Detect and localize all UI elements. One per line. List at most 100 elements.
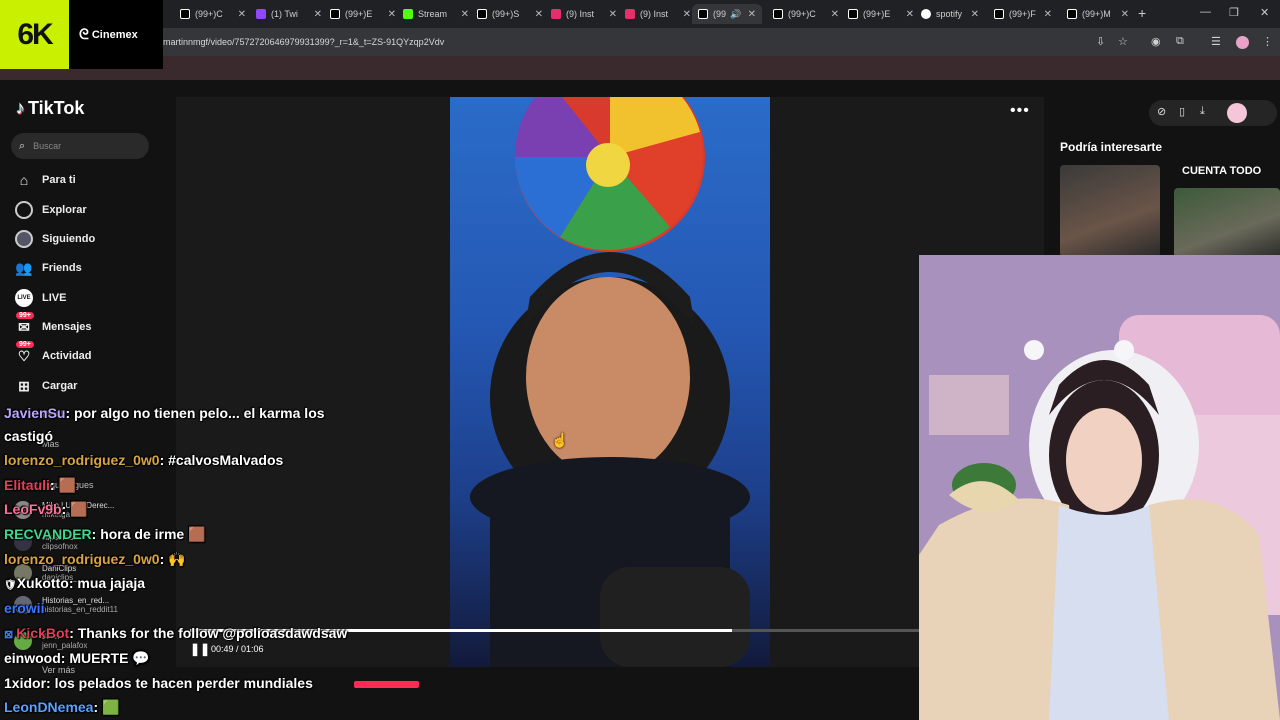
- messages-icon: ✉: [18, 318, 30, 335]
- chat-message: LeoFv9b: 🟫: [4, 501, 88, 518]
- window-close-icon[interactable]: ✕: [1260, 6, 1269, 19]
- chat-username: LeonDNemea: [4, 699, 94, 715]
- activity-icon: ♡: [17, 347, 31, 364]
- chat-text: : hora de irme 🟫: [91, 526, 206, 542]
- browser-tab[interactable]: (99+)S ✕: [477, 4, 543, 24]
- close-icon[interactable]: ✕: [1044, 9, 1052, 20]
- user-avatar[interactable]: [1227, 103, 1247, 123]
- nav-label: Explorar: [42, 204, 87, 216]
- reading-list-icon[interactable]: ☰: [1211, 35, 1221, 48]
- like-bar[interactable]: [354, 681, 419, 688]
- browser-tab[interactable]: (99+)C ✕: [773, 4, 839, 24]
- tab-label: spotify: [936, 9, 963, 19]
- nav-explorar[interactable]: Explorar: [14, 200, 87, 220]
- tab-label: (99+)E: [863, 9, 891, 19]
- bookmark-star-icon[interactable]: ☆: [1118, 35, 1128, 48]
- live-icon: LIVE: [14, 288, 34, 308]
- incognito-icon[interactable]: ◉: [1151, 35, 1161, 48]
- account-handle: historias_en_reddit11: [42, 605, 118, 614]
- nav-siguiendo[interactable]: Siguiendo: [14, 229, 95, 249]
- close-icon[interactable]: ✕: [748, 9, 756, 20]
- chat-message: RECVANDER: hora de irme 🟫: [4, 526, 206, 543]
- streamer-webcam: [919, 255, 1280, 720]
- nav-friends[interactable]: 👥 Friends: [14, 258, 82, 278]
- mouse-cursor-icon: ☝: [551, 432, 569, 448]
- url-field[interactable]: martinnmgf/video/7572720646979931399?_r=…: [163, 37, 444, 47]
- coin-icon[interactable]: ⊘: [1157, 105, 1166, 118]
- chat-text: : 🙌: [159, 551, 186, 567]
- install-app-icon[interactable]: ⇩: [1096, 35, 1105, 48]
- close-icon[interactable]: ✕: [238, 9, 246, 20]
- 6k-logo: 6K: [0, 0, 69, 69]
- bot-icon: ⊠: [4, 629, 17, 641]
- chat-username: lorenzo_rodriguez_0w0: [4, 452, 160, 468]
- chat-username: erowii: [4, 600, 45, 616]
- tiktok-icon: [773, 9, 783, 19]
- chat-text: : por algo no tienen pelo... el karma lo…: [65, 405, 325, 421]
- nav-label: Friends: [42, 262, 82, 274]
- browser-tab[interactable]: (9) Inst ✕: [625, 4, 691, 24]
- browser-menu-icon[interactable]: ⋮: [1262, 35, 1273, 48]
- close-icon[interactable]: ✕: [461, 9, 469, 20]
- close-icon[interactable]: ✕: [609, 9, 617, 20]
- chat-username: JavienSu: [4, 405, 66, 421]
- address-bar-row: martinnmgf/video/7572720646979931399?_r=…: [0, 28, 1280, 56]
- download-icon[interactable]: ⤓: [1200, 105, 1205, 118]
- close-icon[interactable]: ✕: [1121, 9, 1129, 20]
- close-icon[interactable]: ✕: [314, 9, 322, 20]
- browser-tab[interactable]: spotify ✕: [921, 4, 979, 24]
- browser-tab[interactable]: (9) Inst ✕: [551, 4, 617, 24]
- close-icon[interactable]: ✕: [388, 9, 396, 20]
- tiktok-logo[interactable]: ♪ TikTok: [16, 98, 84, 119]
- tab-label: (99+)M: [1082, 9, 1111, 19]
- browser-tab[interactable]: Stream ✕: [403, 4, 469, 24]
- chat-username: 1xidor: [4, 675, 47, 691]
- twitch-icon: [256, 9, 266, 19]
- upload-icon: ⊞: [18, 377, 30, 394]
- nav-label: Para ti: [42, 174, 76, 186]
- nav-mensajes[interactable]: ✉ 99+ Mensajes: [14, 312, 92, 337]
- speaker-icon[interactable]: 🔊: [730, 9, 741, 20]
- nav-label: Cargar: [42, 380, 78, 392]
- recommended-thumbnail[interactable]: [1174, 188, 1280, 258]
- search-input[interactable]: ⌕ Buscar: [11, 133, 149, 159]
- close-icon[interactable]: ✕: [906, 9, 914, 20]
- tab-label: (9) Inst: [566, 9, 595, 19]
- profile-avatar-icon[interactable]: [1236, 36, 1249, 49]
- browser-tab[interactable]: (1) Twi ✕: [256, 4, 322, 24]
- browser-tab[interactable]: (99+)C ✕: [180, 4, 246, 24]
- pause-icon[interactable]: ❚❚: [190, 642, 210, 656]
- shield-icon: 🛡: [4, 580, 17, 591]
- close-icon[interactable]: ✕: [831, 9, 839, 20]
- minimize-icon[interactable]: —: [1200, 6, 1211, 18]
- chat-text: : 🟫: [61, 501, 88, 517]
- chat-message: JavienSu: por algo no tienen pelo... el …: [4, 405, 325, 421]
- nav-live[interactable]: LIVE LIVE: [14, 288, 66, 308]
- chat-username: RECVANDER: [4, 526, 92, 542]
- tab-label: (99+)S: [492, 9, 520, 19]
- tab-label: Stream: [418, 9, 448, 19]
- nav-para-ti[interactable]: ⌂ Para ti: [14, 170, 76, 190]
- chat-username: Xukotto: [16, 575, 69, 591]
- nav-label: Actividad: [42, 350, 92, 362]
- more-options-icon[interactable]: •••: [1010, 102, 1030, 120]
- browser-tab[interactable]: (99+)F ✕: [994, 4, 1052, 24]
- device-icon[interactable]: ▯: [1179, 105, 1185, 118]
- extensions-icon[interactable]: ⧉: [1176, 35, 1184, 48]
- video-player[interactable]: [450, 97, 770, 667]
- browser-tab[interactable]: (99+)M ✕: [1067, 4, 1129, 24]
- nav-actividad[interactable]: ♡ 99+ Actividad: [14, 341, 92, 366]
- browser-tab[interactable]: (99+)E ✕: [848, 4, 914, 24]
- recommended-thumbnail[interactable]: [1060, 165, 1160, 257]
- new-tab-button[interactable]: +: [1138, 5, 1146, 21]
- nav-label: Mensajes: [42, 321, 92, 333]
- close-icon[interactable]: ✕: [535, 9, 543, 20]
- nav-cargar[interactable]: ⊞ Cargar: [14, 376, 77, 396]
- close-icon[interactable]: ✕: [683, 9, 691, 20]
- close-icon[interactable]: ✕: [971, 9, 979, 20]
- restore-icon[interactable]: ❐: [1229, 6, 1239, 19]
- interest-title: Podría interesarte: [1060, 140, 1163, 154]
- cinemex-swirl-icon: ᘓ: [79, 26, 89, 42]
- browser-tab[interactable]: (99+)E ✕: [330, 4, 396, 24]
- browser-tab-active[interactable]: (99 🔊 ✕: [692, 4, 762, 24]
